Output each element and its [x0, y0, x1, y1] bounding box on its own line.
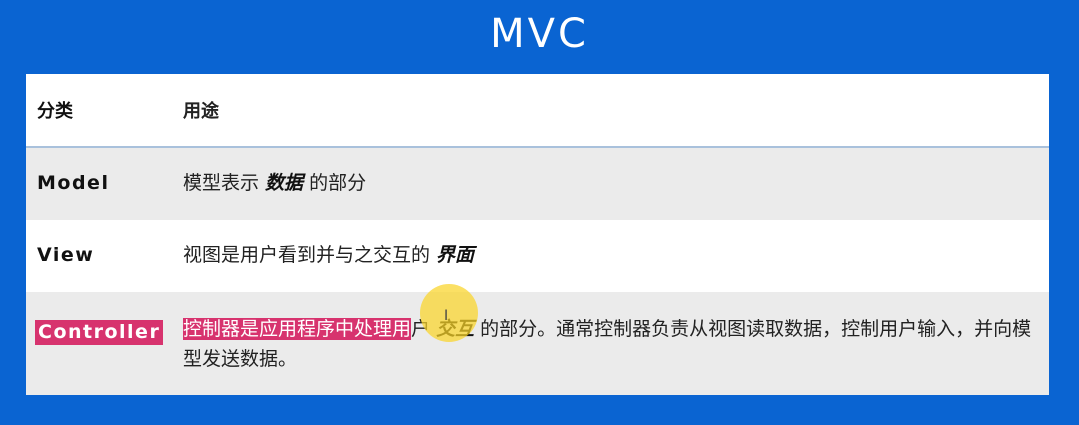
text-cursor-icon: I — [444, 308, 449, 324]
row-desc-controller: 控制器是应用程序中处理用户 交互 的部分。通常控制器负责从视图读取数据，控制用户… — [183, 314, 1043, 374]
mvc-table: 分类 用途 Model 模型表示 数据 的部分 View 视图是用户看到并与之交… — [26, 74, 1049, 395]
desc-highlight: 控制器是应用程序中处理用 — [183, 318, 412, 340]
desc-text: 的部分 — [303, 172, 367, 194]
desc-emphasis: 数据 — [265, 172, 304, 194]
table-row-view: View 视图是用户看到并与之交互的 界面 — [26, 220, 1049, 292]
row-desc-model: 模型表示 数据 的部分 — [183, 168, 366, 198]
row-name-controller: Controller — [35, 320, 164, 345]
table-row-controller: Controller 控制器是应用程序中处理用户 交互 的部分。通常控制器负责从… — [26, 292, 1049, 395]
header-category: 分类 — [37, 101, 73, 122]
desc-text: 视图是用户看到并与之交互的 — [183, 244, 437, 266]
desc-text: 模型表示 — [183, 172, 266, 194]
row-name-model: Model — [37, 172, 110, 194]
table-row-model: Model 模型表示 数据 的部分 — [26, 148, 1049, 220]
table-header-row: 分类 用途 — [26, 74, 1049, 148]
row-desc-view: 视图是用户看到并与之交互的 界面 — [183, 240, 474, 270]
row-name-view: View — [37, 244, 95, 266]
slide-title: MVC — [490, 11, 589, 57]
desc-emphasis: 界面 — [436, 244, 475, 266]
header-purpose: 用途 — [183, 101, 219, 122]
